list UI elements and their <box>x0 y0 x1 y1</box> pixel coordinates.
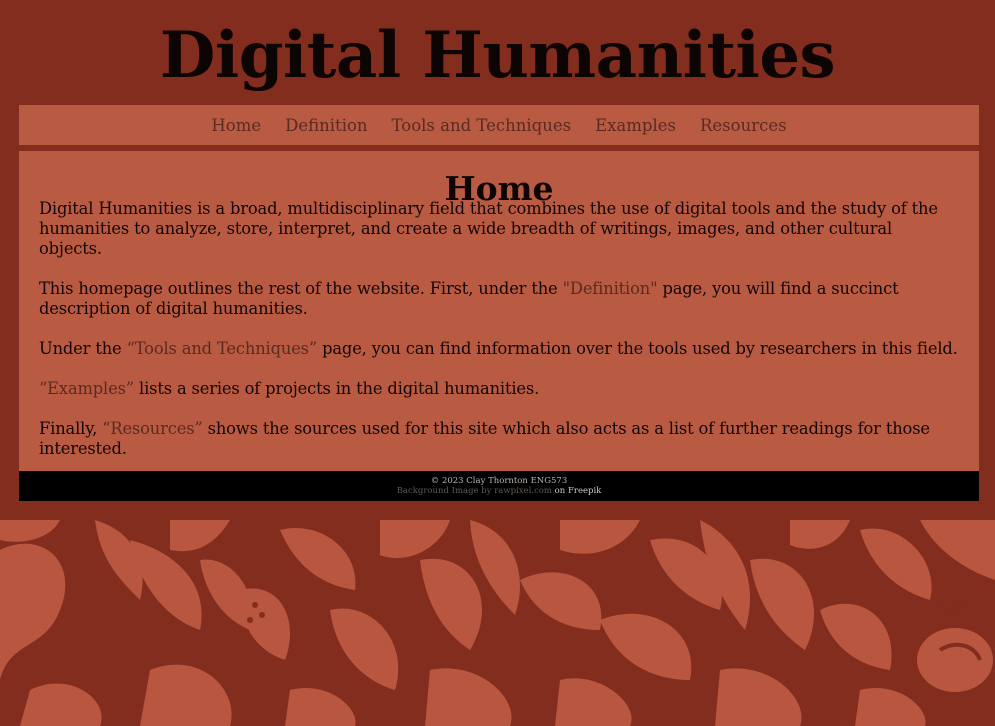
tools-link[interactable]: “Tools and Techniques” <box>127 339 318 358</box>
nav-examples[interactable]: Examples <box>583 116 688 135</box>
definition-link[interactable]: "Definition" <box>563 279 658 298</box>
tools-paragraph: Under the “Tools and Techniques” page, y… <box>39 339 959 359</box>
site-title: Digital Humanities <box>159 18 836 93</box>
nav-tools-and-techniques[interactable]: Tools and Techniques <box>380 116 584 135</box>
leaf-pattern-illustration <box>0 520 995 726</box>
site-footer: © 2023 Clay Thornton ENG573 Background I… <box>19 471 979 501</box>
floral-background-pattern <box>0 520 995 726</box>
paragraph-text: Under the <box>39 339 127 358</box>
main-content: Home Digital Humanities is a broad, mult… <box>19 151 979 471</box>
definition-paragraph: This homepage outlines the rest of the w… <box>39 279 959 319</box>
paragraph-text: Finally, <box>39 419 103 438</box>
paragraph-text: lists a series of projects in the digita… <box>133 379 540 398</box>
resources-paragraph: Finally, “Resources” shows the sources u… <box>39 419 959 459</box>
nav-resources[interactable]: Resources <box>688 116 799 135</box>
examples-paragraph: “Examples” lists a series of projects in… <box>39 379 959 399</box>
nav-definition[interactable]: Definition <box>273 116 379 135</box>
copyright-text: © 2023 Clay Thornton ENG573 <box>430 476 568 486</box>
nav-home[interactable]: Home <box>199 116 273 135</box>
intro-paragraph: Digital Humanities is a broad, multidisc… <box>39 199 938 258</box>
main-nav: Home Definition Tools and Techniques Exa… <box>19 105 979 145</box>
rawpixel-credit-link[interactable]: Background Image by rawpixel.com <box>397 486 552 496</box>
image-credit: Background Image by rawpixel.com on Free… <box>19 486 979 496</box>
freepik-credit-link[interactable]: on Freepik <box>552 486 602 496</box>
examples-link[interactable]: “Examples” <box>39 379 134 398</box>
resources-link[interactable]: “Resources” <box>102 419 203 438</box>
paragraph-text: This homepage outlines the rest of the w… <box>39 279 563 298</box>
paragraph-text: page, you can find information over the … <box>317 339 958 358</box>
